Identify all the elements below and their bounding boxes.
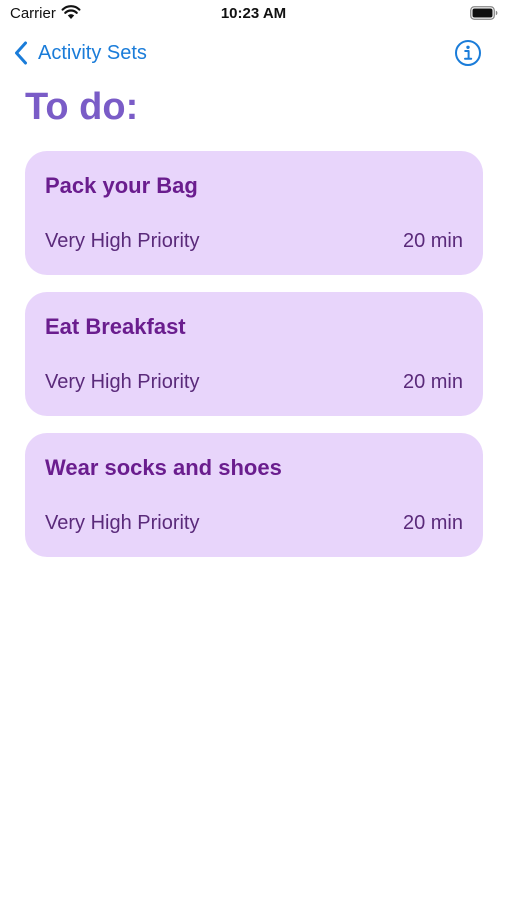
- activity-priority: Very High Priority: [45, 230, 200, 252]
- activity-duration: 20 min: [402, 230, 463, 252]
- activity-title: Wear socks and shoes: [45, 455, 282, 480]
- battery-icon: [470, 6, 498, 20]
- info-icon[interactable]: [454, 39, 482, 67]
- status-bar: Carrier 10:23 AM: [0, 0, 507, 30]
- activity-duration: 20 min: [402, 512, 463, 534]
- back-button[interactable]: Activity Sets: [14, 38, 147, 68]
- activity-title: Eat Breakfast: [45, 314, 186, 339]
- activity-card[interactable]: Eat Breakfast Very High Priority 20 min: [25, 292, 483, 416]
- activity-card[interactable]: Pack your Bag Very High Priority 20 min: [25, 151, 483, 275]
- status-time: 10:23 AM: [220, 5, 287, 22]
- activity-card[interactable]: Wear socks and shoes Very High Priority …: [25, 433, 483, 557]
- page-title: To do:: [25, 86, 139, 128]
- chevron-left-icon: [15, 41, 27, 65]
- activity-title: Pack your Bag: [45, 173, 198, 198]
- back-button-label: Activity Sets: [38, 41, 147, 64]
- activity-priority: Very High Priority: [45, 512, 200, 534]
- activity-duration: 20 min: [402, 371, 463, 393]
- activity-priority: Very High Priority: [45, 371, 200, 393]
